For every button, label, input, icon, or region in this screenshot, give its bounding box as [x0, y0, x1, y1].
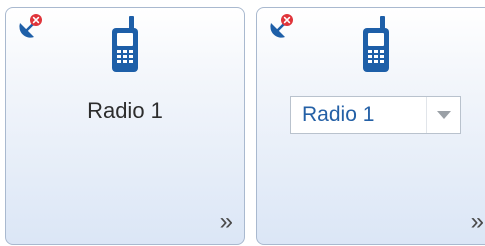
- dropdown-arrow-icon[interactable]: [426, 97, 460, 133]
- satellite-dish-error-icon: [267, 13, 295, 41]
- mobile-radio-icon: [107, 16, 143, 74]
- radio-tile[interactable]: Radio 1 »: [256, 7, 485, 245]
- double-chevron-right-icon[interactable]: »: [220, 210, 233, 234]
- mobile-radio-icon: [358, 16, 394, 74]
- radio-tile[interactable]: Radio 1 »: [5, 7, 245, 245]
- radio-select-dropdown[interactable]: Radio 1: [290, 96, 461, 134]
- double-chevron-right-icon[interactable]: »: [471, 210, 484, 234]
- satellite-dish-error-icon: [16, 13, 44, 41]
- radio-select-value: Radio 1: [302, 103, 375, 126]
- radio-name-label: Radio 1: [87, 98, 163, 123]
